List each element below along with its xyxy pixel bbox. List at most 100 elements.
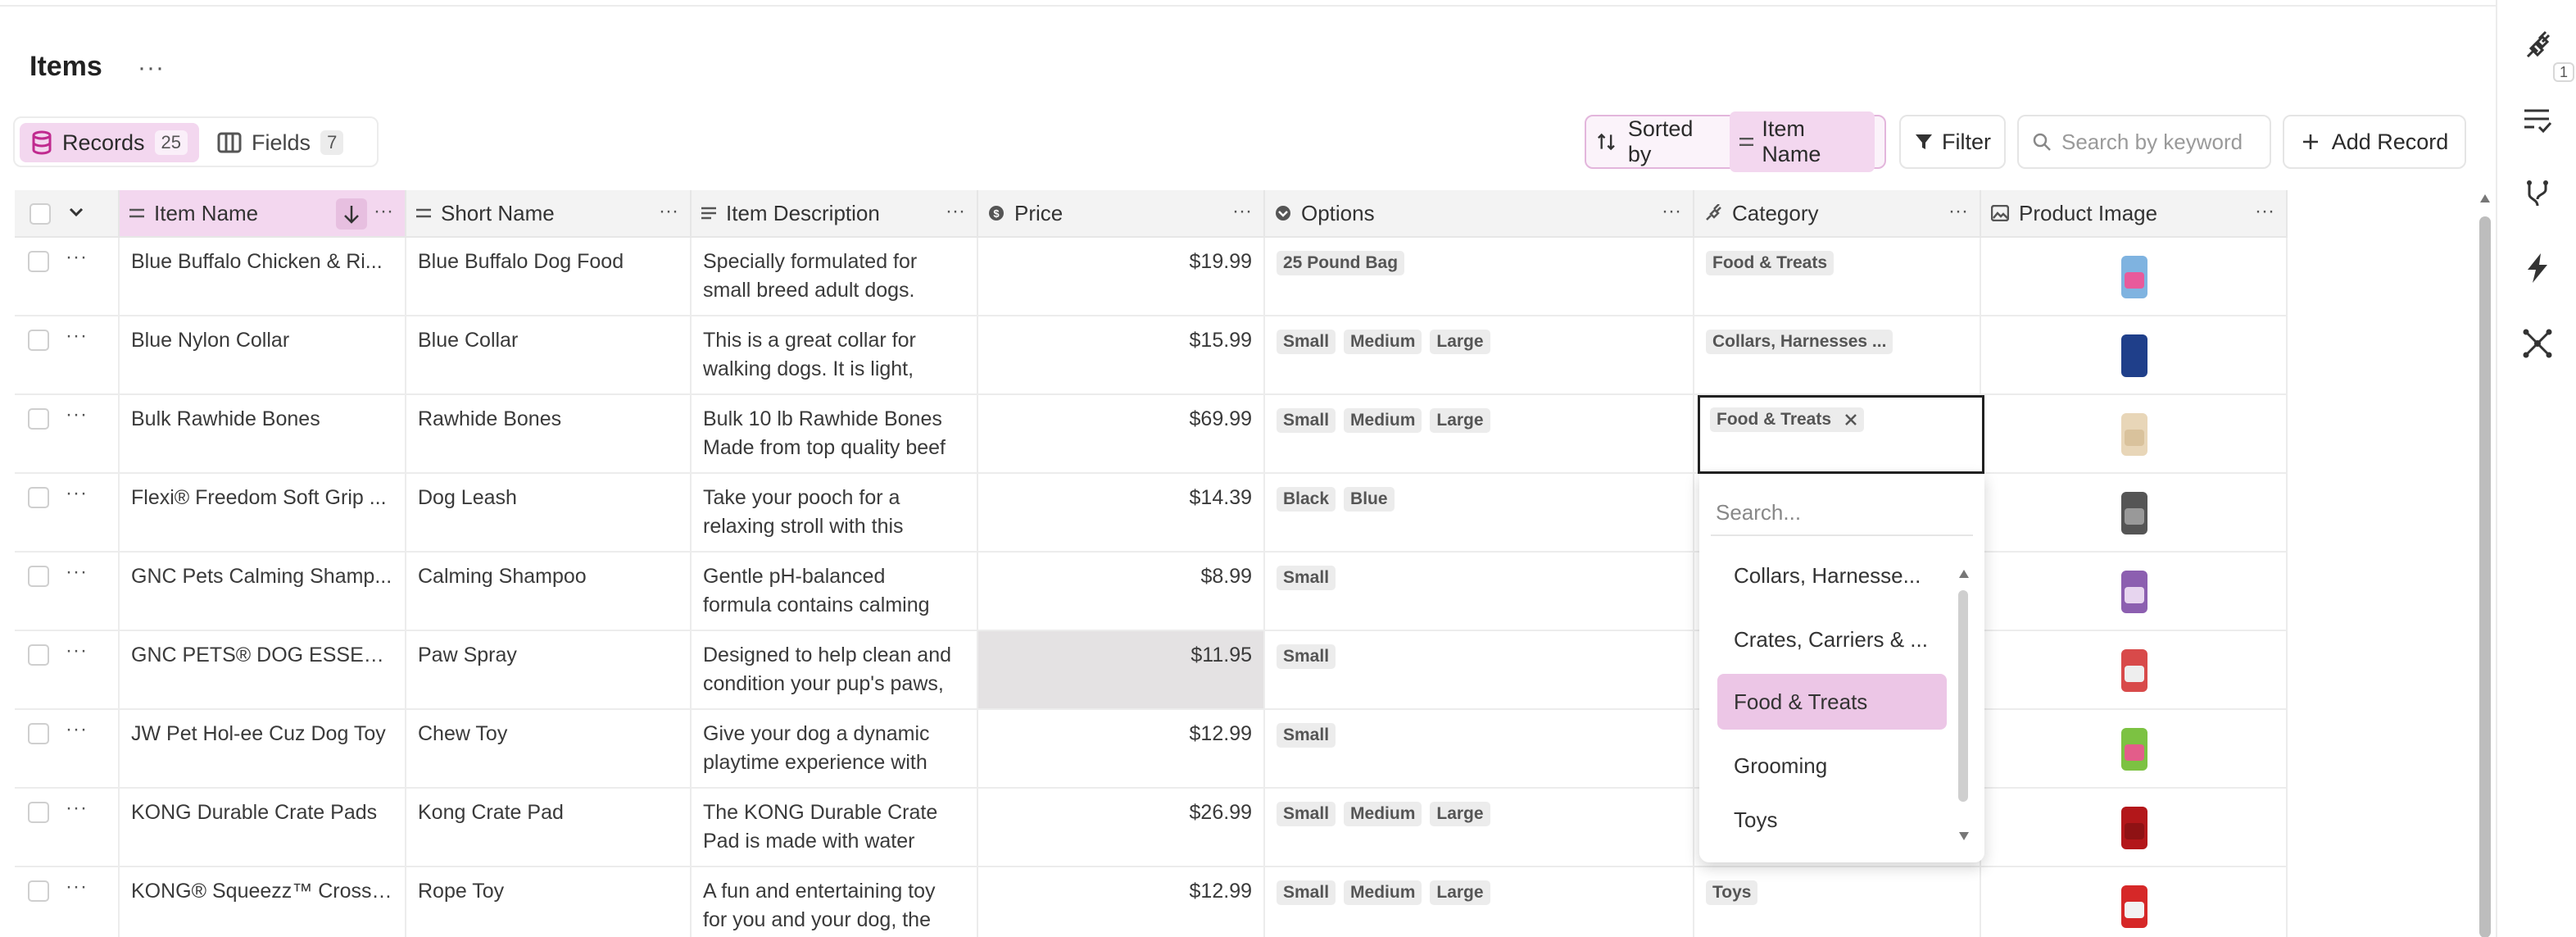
select-all-checkbox[interactable] <box>29 203 51 225</box>
column-menu-button[interactable]: ··· <box>1232 200 1252 223</box>
sort-desc-icon[interactable] <box>336 198 367 230</box>
filter-button[interactable]: Filter <box>1899 115 2006 169</box>
cell-short-name[interactable]: Blue Collar <box>406 316 692 395</box>
column-header-short-name[interactable]: Short Name ··· <box>406 190 692 238</box>
cell-item-description[interactable]: Take your pooch for a relaxing stroll wit… <box>692 474 978 553</box>
cell-options[interactable]: Small Medium Large <box>1265 789 1694 867</box>
cell-product-image[interactable] <box>1981 789 2288 867</box>
column-menu-button[interactable]: ··· <box>2255 200 2274 223</box>
cell-item-description[interactable]: The KONG Durable Crate Pad is made with w… <box>692 789 978 867</box>
column-menu-button[interactable]: ··· <box>374 200 393 223</box>
search-input[interactable] <box>2061 129 2250 155</box>
cell-item-description[interactable]: A fun and entertaining toy for you and yo… <box>692 867 978 937</box>
dropdown-scrollbar[interactable] <box>1958 590 1968 802</box>
dropdown-search-input[interactable] <box>1711 490 1973 534</box>
cell-price[interactable]: $26.99 <box>978 789 1265 867</box>
row-checkbox[interactable] <box>28 408 49 430</box>
cell-options[interactable]: Black Blue <box>1265 474 1694 553</box>
add-record-button[interactable]: Add Record <box>2283 115 2466 169</box>
dropdown-option[interactable]: Collars, Harnesse... <box>1717 548 1947 603</box>
column-header-options[interactable]: Options ··· <box>1265 190 1694 238</box>
cell-item-name[interactable]: KONG® Squeezz™ Crosse... <box>120 867 406 937</box>
cell-item-name[interactable]: JW Pet Hol-ee Cuz Dog Toy <box>120 710 406 789</box>
cell-item-description[interactable]: Bulk 10 lb Rawhide Bones Made from top qu… <box>692 395 978 474</box>
cell-item-description[interactable]: This is a great collar for walking dogs. … <box>692 316 978 395</box>
cell-options[interactable]: Small <box>1265 631 1694 710</box>
cell-price[interactable]: $12.99 <box>978 710 1265 789</box>
row-checkbox[interactable] <box>28 487 49 508</box>
cell-product-image[interactable] <box>1981 631 2288 710</box>
cell-price[interactable]: $19.99 <box>978 238 1265 316</box>
column-header-category[interactable]: Category ··· <box>1694 190 1981 238</box>
row-checkbox[interactable] <box>28 566 49 587</box>
cell-category[interactable]: Food & Treats <box>1694 238 1981 316</box>
cell-product-image[interactable] <box>1981 867 2288 937</box>
cell-price[interactable]: $14.39 <box>978 474 1265 553</box>
row-checkbox[interactable] <box>28 251 49 272</box>
cell-options[interactable]: Small Medium Large <box>1265 867 1694 937</box>
cell-price[interactable]: $8.99 <box>978 553 1265 631</box>
cell-options[interactable]: Small Medium Large <box>1265 395 1694 474</box>
cell-item-name[interactable]: GNC PETS® DOG ESSEN... <box>120 631 406 710</box>
cell-short-name[interactable]: Kong Crate Pad <box>406 789 692 867</box>
cell-item-name[interactable]: KONG Durable Crate Pads <box>120 789 406 867</box>
category-cell-editor[interactable]: Food & Treats <box>1698 395 1984 474</box>
cell-item-name[interactable]: Bulk Rawhide Bones <box>120 395 406 474</box>
cell-category[interactable]: Toys <box>1694 867 1981 937</box>
row-checkbox[interactable] <box>28 802 49 823</box>
rail-integrations-button[interactable] <box>2517 26 2558 67</box>
scroll-up-icon[interactable] <box>1958 569 1970 579</box>
row-menu-button[interactable]: ··· <box>66 872 88 901</box>
cell-item-name[interactable]: Blue Buffalo Chicken & Ri... <box>120 238 406 316</box>
row-menu-button[interactable]: ··· <box>66 479 88 507</box>
scroll-down-icon[interactable] <box>1958 831 1970 841</box>
tab-records[interactable]: Records 25 <box>20 123 200 162</box>
row-checkbox[interactable] <box>28 644 49 666</box>
sort-button[interactable]: Sorted by Item Name <box>1585 111 1886 172</box>
cell-price[interactable]: $69.99 <box>978 395 1265 474</box>
column-header-price[interactable]: $ Price ··· <box>978 190 1265 238</box>
cell-product-image[interactable] <box>1981 395 2288 474</box>
cell-short-name[interactable]: Chew Toy <box>406 710 692 789</box>
cell-price[interactable]: $12.99 <box>978 867 1265 937</box>
scroll-up-icon[interactable] <box>2479 193 2491 203</box>
cell-category[interactable]: Collars, Harnesses ... <box>1694 316 1981 395</box>
close-icon[interactable] <box>1844 413 1857 426</box>
row-checkbox[interactable] <box>28 880 49 902</box>
column-header-product-image[interactable]: Product Image ··· <box>1981 190 2288 238</box>
cell-item-description[interactable]: Gentle pH-balanced formula contains calmi… <box>692 553 978 631</box>
row-menu-button[interactable]: ··· <box>66 557 88 586</box>
row-checkbox[interactable] <box>28 723 49 744</box>
row-menu-button[interactable]: ··· <box>66 636 88 665</box>
tab-fields[interactable]: Fields 7 <box>206 123 355 162</box>
cell-product-image[interactable] <box>1981 238 2288 316</box>
row-checkbox[interactable] <box>28 330 49 351</box>
cell-price[interactable]: $15.99 <box>978 316 1265 395</box>
cell-item-description[interactable]: Designed to help clean and condition your… <box>692 631 978 710</box>
column-header-item-name[interactable]: Item Name ··· <box>120 190 406 238</box>
cell-options[interactable]: Small <box>1265 553 1694 631</box>
cell-item-name[interactable]: Blue Nylon Collar <box>120 316 406 395</box>
cell-item-description[interactable]: Specially formulated for small breed adul… <box>692 238 978 316</box>
cell-product-image[interactable] <box>1981 553 2288 631</box>
cell-price[interactable]: $11.95 <box>978 631 1265 710</box>
cell-short-name[interactable]: Blue Buffalo Dog Food <box>406 238 692 316</box>
cell-product-image[interactable] <box>1981 710 2288 789</box>
rail-tasks-button[interactable] <box>2517 100 2558 141</box>
cell-short-name[interactable]: Rope Toy <box>406 867 692 937</box>
row-menu-button[interactable]: ··· <box>66 400 88 429</box>
grid-scrollbar-thumb[interactable] <box>2479 216 2491 937</box>
column-header-item-description[interactable]: Item Description ··· <box>692 190 978 238</box>
cell-short-name[interactable]: Dog Leash <box>406 474 692 553</box>
row-menu-button[interactable]: ··· <box>66 321 88 350</box>
dropdown-option[interactable]: Grooming <box>1717 738 1947 794</box>
title-more-button[interactable]: ··· <box>138 54 165 82</box>
cell-short-name[interactable]: Calming Shampoo <box>406 553 692 631</box>
row-menu-button[interactable]: ··· <box>66 794 88 822</box>
row-menu-button[interactable]: ··· <box>66 243 88 271</box>
grid-scrollbar[interactable] <box>2476 190 2492 937</box>
dropdown-option[interactable]: Toys <box>1717 800 1947 839</box>
cell-short-name[interactable]: Rawhide Bones <box>406 395 692 474</box>
column-menu-button[interactable]: ··· <box>1948 200 1968 223</box>
rail-network-button[interactable] <box>2517 323 2558 364</box>
